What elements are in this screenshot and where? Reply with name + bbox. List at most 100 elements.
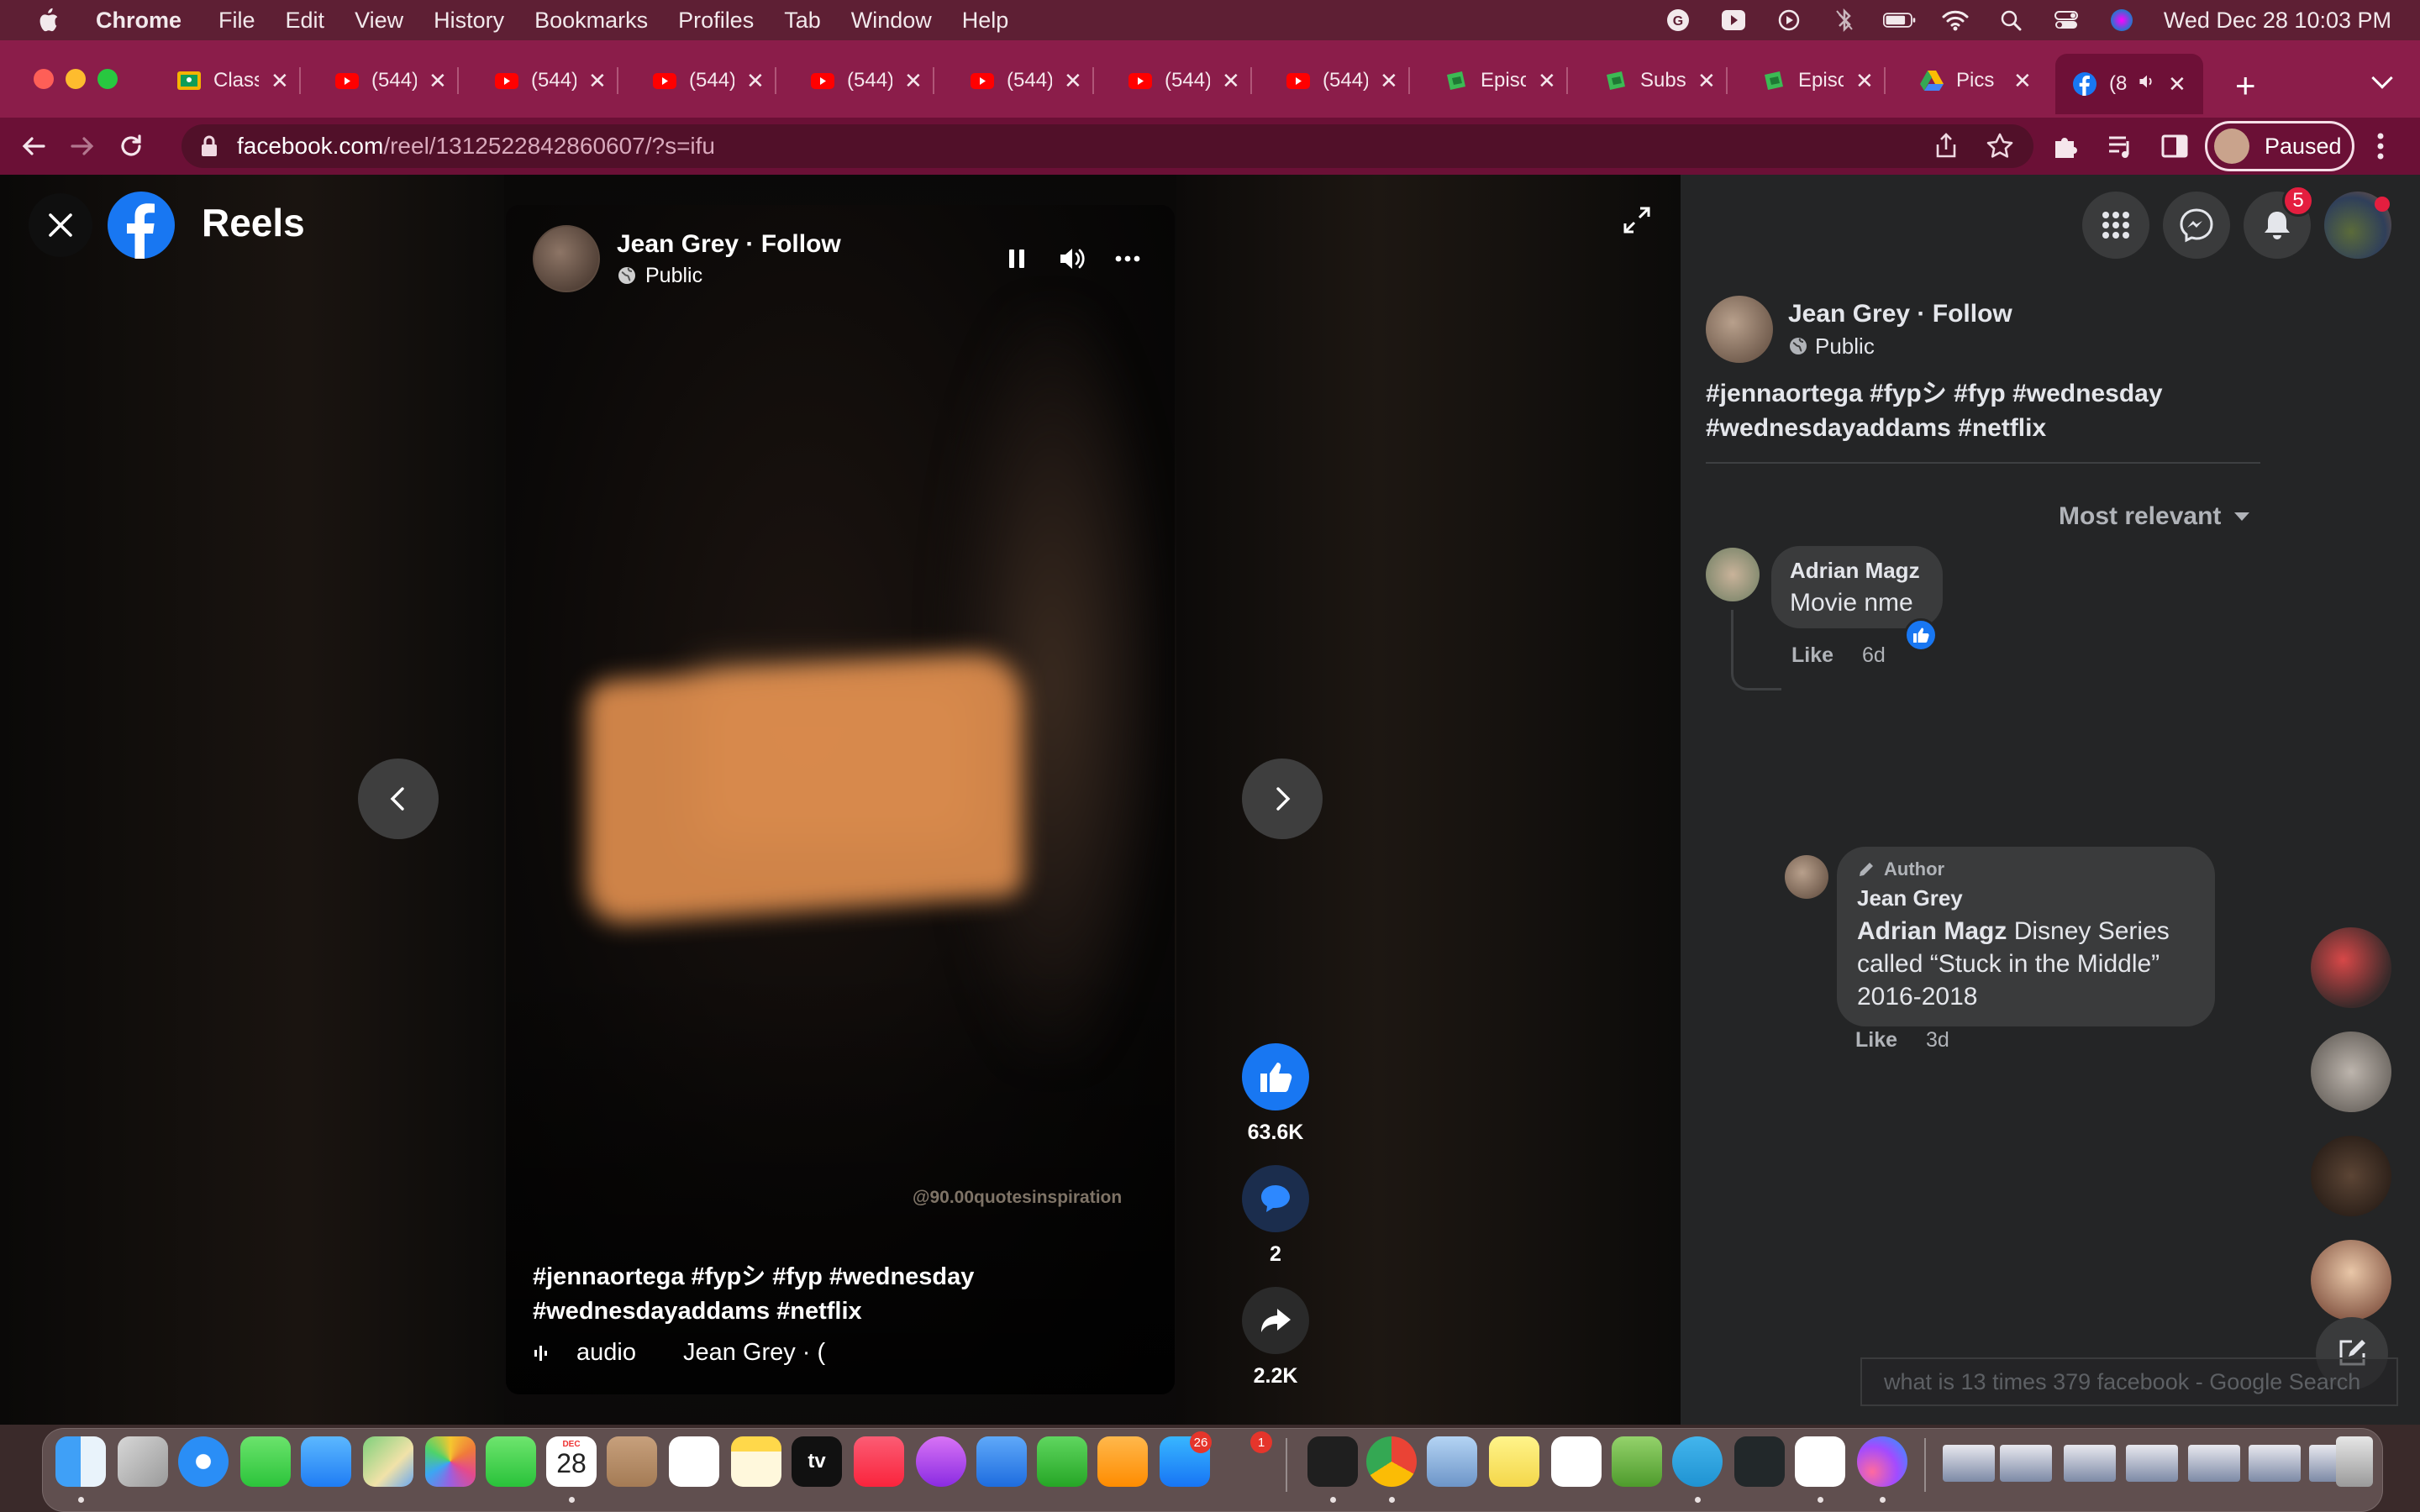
like-button[interactable]: [1242, 1043, 1309, 1110]
calendar-icon[interactable]: DEC 28: [546, 1436, 597, 1487]
menu-profiles[interactable]: Profiles: [678, 8, 754, 34]
telegram-icon[interactable]: [1672, 1436, 1723, 1487]
contact-avatar[interactable]: [2311, 927, 2391, 1008]
contact-avatar[interactable]: [2311, 1240, 2391, 1320]
mail-icon[interactable]: [301, 1436, 351, 1487]
zoom-window-button[interactable]: [97, 69, 118, 89]
play-store-icon[interactable]: [1551, 1436, 1602, 1487]
spotlight-search-icon[interactable]: [1994, 8, 2028, 33]
browser-tab[interactable]: (544) ✕: [810, 57, 934, 104]
browser-tab[interactable]: Class ✕: [176, 57, 301, 104]
comment-button[interactable]: [1242, 1165, 1309, 1232]
profile-paused-button[interactable]: Paused: [2205, 121, 2354, 171]
activity-monitor-icon[interactable]: [1734, 1436, 1785, 1487]
chrome-menu-kebab-icon[interactable]: [2376, 129, 2385, 163]
trash-icon[interactable]: [2336, 1436, 2373, 1487]
author-follow-link[interactable]: Jean Grey · Follow: [617, 230, 841, 259]
stickies-icon[interactable]: [1489, 1436, 1539, 1487]
minimized-window-thumbnail[interactable]: [2188, 1445, 2240, 1482]
close-tab-icon[interactable]: ✕: [2168, 71, 2186, 97]
menu-history[interactable]: History: [434, 8, 504, 34]
browser-tab[interactable]: (544) ✕: [652, 57, 776, 104]
minimized-window-thumbnail[interactable]: [2064, 1445, 2116, 1482]
minimized-window-thumbnail[interactable]: [2126, 1445, 2178, 1482]
close-tab-icon[interactable]: ✕: [2013, 68, 2032, 94]
menu-bookmarks[interactable]: Bookmarks: [534, 8, 648, 34]
menu-app-name[interactable]: Chrome: [96, 8, 182, 34]
numbers-icon[interactable]: [1037, 1436, 1087, 1487]
volume-icon[interactable]: [1057, 244, 1087, 274]
reel-video-player[interactable]: Jean Grey · Follow Public @90.00quotesin…: [506, 205, 1175, 1394]
browser-tab[interactable]: Subs ✕: [1603, 57, 1728, 104]
minimize-window-button[interactable]: [66, 69, 86, 89]
browser-tab[interactable]: (544) ✕: [494, 57, 618, 104]
podcasts-icon[interactable]: [916, 1436, 966, 1487]
contacts-icon[interactable]: [607, 1436, 657, 1487]
youtube-status-icon[interactable]: [1717, 8, 1750, 33]
reply-time[interactable]: 3d: [1926, 1028, 1949, 1053]
more-options-icon[interactable]: [1113, 244, 1143, 274]
extensions-puzzle-icon[interactable]: [2050, 131, 2081, 161]
close-tab-icon[interactable]: ✕: [1064, 68, 1082, 94]
account-avatar-button[interactable]: [2324, 192, 2391, 259]
maps-icon[interactable]: [363, 1436, 413, 1487]
control-center-icon[interactable]: [2049, 8, 2083, 33]
notifications-button[interactable]: 5: [2244, 185, 2314, 259]
menu-tab[interactable]: Tab: [784, 8, 821, 34]
reply-mention[interactable]: Adrian Magz: [1857, 917, 2007, 945]
new-tab-button[interactable]: +: [2235, 66, 2256, 106]
reply-author-name[interactable]: Jean Grey: [1857, 885, 2195, 911]
audio-row[interactable]: audio Jean Grey · (: [533, 1339, 825, 1367]
forward-arrow-icon[interactable]: [67, 131, 97, 161]
tab-audio-icon[interactable]: [2138, 72, 2156, 97]
script-editor-icon[interactable]: [1612, 1436, 1662, 1487]
battery-icon[interactable]: [1882, 8, 1917, 33]
messages-icon[interactable]: [240, 1436, 291, 1487]
commenter-name[interactable]: Adrian Magz: [1790, 558, 1924, 584]
browser-tab[interactable]: (8 ✕: [2055, 54, 2203, 114]
launchpad-icon[interactable]: [118, 1436, 168, 1487]
share-button[interactable]: [1242, 1287, 1309, 1354]
reply-author-avatar[interactable]: [1785, 855, 1828, 899]
siri-icon[interactable]: [2105, 8, 2139, 33]
reminders-icon[interactable]: [669, 1436, 719, 1487]
close-tab-icon[interactable]: ✕: [904, 68, 923, 94]
back-arrow-icon[interactable]: [18, 131, 49, 161]
side-panel-icon[interactable]: [2160, 131, 2190, 161]
close-tab-icon[interactable]: ✕: [1697, 68, 1716, 94]
minimized-window-thumbnail[interactable]: [1943, 1445, 1995, 1482]
pause-icon[interactable]: [1002, 244, 1032, 274]
facebook-logo-icon[interactable]: [108, 192, 175, 259]
menu-grid-button[interactable]: [2082, 192, 2149, 259]
menu-view[interactable]: View: [355, 8, 403, 34]
pages-icon[interactable]: [1097, 1436, 1148, 1487]
share-icon[interactable]: [1931, 131, 1961, 161]
comment-like-link[interactable]: Like: [1791, 643, 1833, 668]
contact-avatar[interactable]: [2311, 1032, 2391, 1112]
chrome-icon[interactable]: [1366, 1436, 1417, 1487]
browser-tab[interactable]: (544) ✕: [1286, 57, 1410, 104]
close-window-button[interactable]: [34, 69, 54, 89]
tab-search-chevron-icon[interactable]: [2371, 67, 2393, 89]
comment-like-reaction-icon[interactable]: [1904, 618, 1938, 652]
browser-tab[interactable]: (544) ✕: [970, 57, 1094, 104]
minimized-window-thumbnail[interactable]: [2249, 1445, 2301, 1482]
close-reel-button[interactable]: [29, 193, 92, 257]
menu-edit[interactable]: Edit: [286, 8, 325, 34]
safari-icon[interactable]: [178, 1436, 229, 1487]
close-tab-icon[interactable]: ✕: [1222, 68, 1240, 94]
author-avatar[interactable]: [533, 225, 600, 292]
reply-like-link[interactable]: Like: [1855, 1028, 1897, 1053]
panel-author-avatar[interactable]: [1706, 296, 1773, 363]
browser-tab[interactable]: (544) ✕: [334, 57, 459, 104]
reload-icon[interactable]: [116, 131, 146, 161]
minimized-window-thumbnail[interactable]: [2000, 1445, 2052, 1482]
menu-file[interactable]: File: [218, 8, 255, 34]
close-tab-icon[interactable]: ✕: [271, 68, 289, 94]
next-reel-button[interactable]: [1242, 759, 1323, 839]
menu-help[interactable]: Help: [962, 8, 1009, 34]
browser-tab[interactable]: Pics ✕: [1919, 57, 2032, 104]
browser-tab[interactable]: Episo ✕: [1761, 57, 1886, 104]
keynote-icon[interactable]: [976, 1436, 1027, 1487]
commenter-avatar[interactable]: [1706, 548, 1760, 601]
